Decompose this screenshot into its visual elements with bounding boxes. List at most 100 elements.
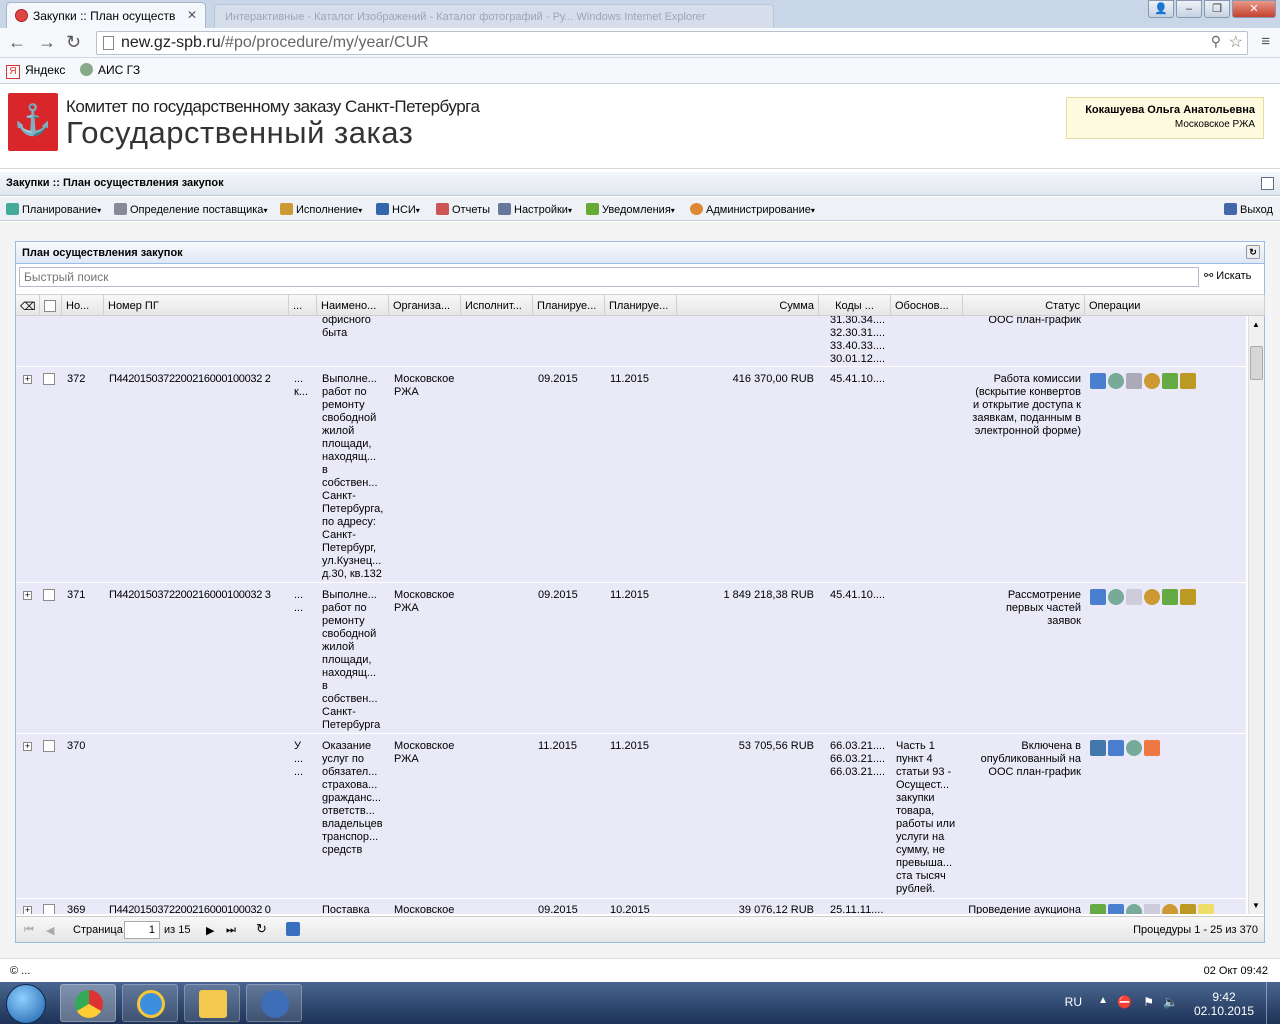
next-page-icon[interactable]: ▶	[206, 924, 214, 937]
first-page-icon[interactable]: ⏮	[24, 924, 34, 937]
volume-icon[interactable]: 🔈	[1163, 995, 1178, 1009]
table-row[interactable]: + 371 П4420150372200216000100032 3 ... .…	[16, 584, 1246, 734]
tray-expand-icon[interactable]: ▲	[1098, 995, 1108, 1006]
taskbar-ie[interactable]	[122, 984, 178, 1022]
bookmark-ais-gz[interactable]: АИС ГЗ	[80, 63, 140, 77]
menu-reports[interactable]: Отчеты	[436, 203, 490, 216]
emblem-icon[interactable]	[1144, 373, 1160, 389]
star-icon[interactable]: ☆	[1229, 32, 1243, 52]
col-org[interactable]: Организа...	[389, 295, 461, 316]
user-icon[interactable]: 👤	[1148, 0, 1174, 18]
chart-icon[interactable]	[1090, 589, 1106, 605]
forward-icon[interactable]: →	[38, 32, 56, 53]
close-window-button[interactable]: ✕	[1232, 0, 1276, 18]
col-sum[interactable]: Сумма	[677, 295, 819, 316]
menu-planning[interactable]: Планирование▾	[6, 203, 101, 216]
emblem-icon[interactable]	[1162, 904, 1178, 914]
refresh-panel-icon[interactable]: ↻	[1246, 245, 1260, 259]
menu-nsi[interactable]: НСИ▾	[376, 203, 420, 216]
document-icon[interactable]	[1162, 373, 1178, 389]
minimize-button[interactable]: –	[1176, 0, 1202, 18]
scroll-icon[interactable]	[1180, 373, 1196, 389]
col-codes[interactable]: Коды ...	[819, 295, 891, 316]
menu-supplier[interactable]: Определение поставщика▾	[114, 203, 267, 216]
table-row[interactable]: + 369 П4420150372200216000100032 0 Поста…	[16, 899, 1246, 914]
gear-icon[interactable]	[1108, 373, 1124, 389]
filter-clear-column[interactable]: ⌫	[16, 295, 40, 316]
col-executor[interactable]: Исполнит...	[461, 295, 533, 316]
last-page-icon[interactable]: ⏭	[226, 924, 236, 937]
list-icon[interactable]	[1126, 373, 1142, 389]
vertical-scrollbar[interactable]: ▲ ▼	[1248, 316, 1264, 914]
col-operations[interactable]: Операции	[1085, 295, 1265, 316]
gear-icon[interactable]	[1126, 904, 1142, 914]
menu-notifications[interactable]: Уведомления▾	[586, 203, 675, 216]
search-button[interactable]: ⚯ Искать	[1204, 269, 1251, 282]
menu-admin[interactable]: Администрирование▾	[690, 203, 815, 216]
expand-row-icon[interactable]: +	[23, 375, 32, 384]
chart-icon[interactable]	[1108, 904, 1124, 914]
table-row[interactable]: + 370 У ... ... Оказание услуг по обязат…	[16, 735, 1246, 899]
gear-icon[interactable]	[1108, 589, 1124, 605]
scroll-up-icon[interactable]: ▲	[1252, 320, 1260, 329]
gear-icon[interactable]	[1126, 740, 1142, 756]
clock[interactable]: 9:42 02.10.2015	[1194, 990, 1254, 1018]
book-icon[interactable]	[1162, 589, 1178, 605]
taskbar-explorer[interactable]	[184, 984, 240, 1022]
table-row[interactable]: + 372 П4420150372200216000100032 2 ... к…	[16, 368, 1246, 583]
back-icon[interactable]: ←	[8, 32, 26, 53]
select-all-checkbox[interactable]	[44, 300, 56, 312]
exit-button[interactable]: Выход	[1224, 203, 1273, 216]
emblem-icon[interactable]	[1144, 589, 1160, 605]
windows-start-icon[interactable]	[6, 984, 46, 1024]
row-checkbox[interactable]	[43, 589, 55, 601]
taskbar-chrome[interactable]	[60, 984, 116, 1022]
quick-search-input[interactable]	[19, 267, 1199, 287]
chart-icon[interactable]	[1108, 740, 1124, 756]
col-plan1[interactable]: Планируе...	[533, 295, 605, 316]
network-icon[interactable]: ⛔	[1117, 995, 1132, 1009]
expand-row-icon[interactable]: +	[23, 742, 32, 751]
wrench-icon[interactable]: ⚲	[1211, 33, 1221, 50]
row-checkbox[interactable]	[43, 740, 55, 752]
col-x[interactable]: ...	[289, 295, 317, 316]
col-name[interactable]: Наимено...	[317, 295, 389, 316]
coins-icon[interactable]	[1198, 904, 1214, 914]
document-icon[interactable]	[1126, 589, 1142, 605]
show-desktop-button[interactable]	[1266, 982, 1280, 1024]
col-basis[interactable]: Обоснов...	[891, 295, 963, 316]
scroll-icon[interactable]	[1180, 904, 1196, 914]
table-row[interactable]: офисного быта 31.30.34.... 32.30.31.... …	[16, 316, 1246, 367]
restore-icon[interactable]	[1261, 177, 1274, 190]
browser-tab-active[interactable]: Закупки :: План осуществ ✕	[6, 2, 206, 28]
col-number[interactable]: Но...	[62, 295, 104, 316]
row-checkbox[interactable]	[43, 904, 55, 914]
expand-row-icon[interactable]: +	[23, 906, 32, 914]
prev-page-icon[interactable]: ◀	[46, 924, 54, 937]
action-center-icon[interactable]: ⚑	[1143, 995, 1154, 1009]
calendar-icon[interactable]	[1144, 740, 1160, 756]
scroll-icon[interactable]	[1180, 589, 1196, 605]
col-pg-number[interactable]: Номер ПГ	[104, 295, 289, 316]
language-indicator[interactable]: RU	[1065, 995, 1082, 1009]
scroll-thumb[interactable]	[1250, 346, 1263, 380]
maximize-button[interactable]: ❐	[1204, 0, 1230, 18]
chart-icon[interactable]	[1090, 373, 1106, 389]
scroll-down-icon[interactable]: ▼	[1252, 901, 1260, 910]
page-number-input[interactable]	[124, 921, 160, 939]
tag-icon[interactable]	[1090, 904, 1106, 914]
menu-icon[interactable]: ≡	[1261, 33, 1270, 50]
refresh-icon[interactable]: ↻	[256, 921, 267, 937]
row-checkbox[interactable]	[43, 373, 55, 385]
menu-execution[interactable]: Исполнение▾	[280, 203, 362, 216]
menu-settings[interactable]: Настройки▾	[498, 203, 572, 216]
col-plan2[interactable]: Планируе...	[605, 295, 677, 316]
save-icon[interactable]	[286, 922, 300, 936]
col-status[interactable]: Статус	[963, 295, 1085, 316]
document-icon[interactable]	[1144, 904, 1160, 914]
pencil-icon[interactable]	[1090, 740, 1106, 756]
expand-row-icon[interactable]: +	[23, 591, 32, 600]
browser-tab-background[interactable]: Интерактивные - Каталог Изображений - Ка…	[214, 4, 774, 28]
url-input[interactable]: new.gz-spb.ru/#po/procedure/my/year/CUR …	[96, 31, 1248, 55]
reload-icon[interactable]: ↻	[66, 32, 81, 53]
